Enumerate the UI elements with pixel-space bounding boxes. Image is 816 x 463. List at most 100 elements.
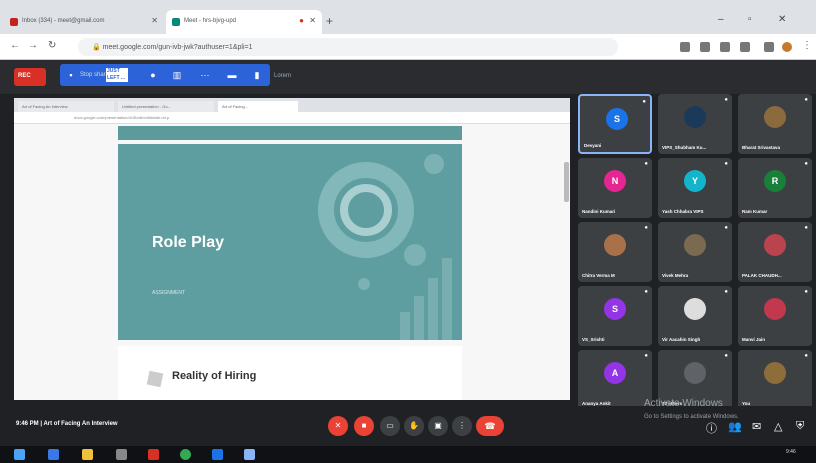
participant-tile[interactable]: S ● VS_Srishti: [578, 286, 652, 346]
present-icon: ▪: [69, 70, 73, 80]
participant-tile[interactable]: S ● Devyani: [578, 94, 652, 154]
browser-tab-gmail[interactable]: Inbox (334) - meet@gmail.com ✕: [4, 10, 164, 34]
presented-screen: Art of Facing An Interview Untitled pres…: [14, 98, 570, 400]
close-window-icon[interactable]: ✕: [778, 14, 786, 25]
circle-decoration: [424, 154, 444, 174]
close-tab-icon[interactable]: ✕: [309, 16, 316, 25]
browser-tab-meet[interactable]: Meet - hrs-bjvg-upd ● ✕: [166, 10, 322, 34]
close-tab-icon[interactable]: ✕: [151, 16, 158, 25]
mic-off-button[interactable]: ✕: [328, 416, 348, 436]
avatar: [684, 298, 706, 320]
participant-grid: S ● Devyani ● VIPS_Shubham Ku... ● Bharat Sriv…: [578, 94, 814, 410]
lock-icon: 🔒: [92, 44, 103, 51]
participant-name: Vivek Mehra: [662, 273, 689, 278]
more-options-button[interactable]: ⋮: [452, 416, 472, 436]
participant-tile[interactable]: ● Chitra Verma M: [578, 222, 652, 282]
file-explorer-icon[interactable]: [82, 449, 93, 460]
pointer-icon[interactable]: ●: [148, 70, 158, 80]
bar-decoration: [442, 258, 452, 340]
avatar: [764, 234, 786, 256]
mic-status-icon: ●: [724, 225, 728, 231]
avatar: A: [604, 362, 626, 384]
participant-tile[interactable]: ● Manvi Jain: [738, 286, 812, 346]
participant-tile[interactable]: ● PALAK CHAUDH...: [738, 222, 812, 282]
forward-icon[interactable]: →: [28, 40, 38, 51]
back-icon[interactable]: ←: [10, 40, 20, 51]
captions-button[interactable]: ▭: [380, 416, 400, 436]
participant-tile[interactable]: ● Bharat Srivastava: [738, 94, 812, 154]
profile-avatar[interactable]: [782, 42, 792, 52]
avatar: [684, 106, 706, 128]
stop-sharing-button[interactable]: ▬: [224, 70, 240, 80]
search-icon[interactable]: [700, 42, 710, 52]
star-icon[interactable]: [740, 42, 750, 52]
mic-status-icon: ●: [804, 97, 808, 103]
word-icon[interactable]: [212, 449, 223, 460]
layout-icon[interactable]: ▥: [172, 70, 182, 80]
app-icon[interactable]: [148, 449, 159, 460]
scrollbar[interactable]: [564, 162, 569, 202]
extension-icon[interactable]: [720, 42, 730, 52]
info-icon[interactable]: ⓘ: [706, 420, 717, 436]
mic-status-icon: ●: [804, 225, 808, 231]
participant-tile[interactable]: ● You: [738, 350, 812, 410]
raise-hand-button[interactable]: ✋: [404, 416, 424, 436]
bar-decoration: [428, 278, 438, 340]
inner-tab-strip: Art of Facing An Interview Untitled pres…: [14, 98, 570, 112]
share-tail-text: Lorem: [274, 73, 292, 79]
gmail-icon: [10, 18, 18, 26]
chat-icon[interactable]: ▮: [252, 70, 262, 80]
record-label: REC: [18, 73, 31, 79]
meet-bottom-bar: 9:46 PM | Art of Facing An Interview ✕ ■…: [0, 406, 816, 446]
restore-icon[interactable]: ▫: [748, 14, 752, 25]
avatar: [764, 106, 786, 128]
menu-icon[interactable]: ⋮: [802, 40, 812, 51]
new-tab-button[interactable]: +: [326, 14, 333, 28]
clock: 9:46: [786, 449, 796, 455]
activities-icon[interactable]: △: [774, 420, 782, 433]
mic-status-icon: ●: [804, 289, 808, 295]
search-icon[interactable]: [48, 449, 59, 460]
store-icon[interactable]: [116, 449, 127, 460]
participant-tile[interactable]: ● Vir Aacahin Singh: [658, 286, 732, 346]
mic-status-icon: ●: [644, 289, 648, 295]
participant-tile[interactable]: ● Vivek Mehra: [658, 222, 732, 282]
chat-icon[interactable]: ✉: [752, 420, 761, 433]
participant-tile[interactable]: ● VIPS_Shubham Ku...: [658, 94, 732, 154]
participant-tile[interactable]: R ● Ram Kumar: [738, 158, 812, 218]
url-input[interactable]: 🔒 meet.google.com/gun-ivb-jwk?authuser=1…: [78, 38, 618, 56]
mic-status-icon: ●: [644, 353, 648, 359]
present-button[interactable]: ▣: [428, 416, 448, 436]
camera-icon[interactable]: [680, 42, 690, 52]
avatar: S: [606, 108, 628, 130]
end-call-button[interactable]: ☎: [476, 416, 504, 436]
app-icon[interactable]: [244, 449, 255, 460]
chrome-icon[interactable]: [180, 449, 191, 460]
start-icon[interactable]: [14, 449, 25, 460]
participant-name: Chitra Verma M: [582, 273, 615, 278]
minimize-icon[interactable]: –: [718, 14, 724, 25]
avatar: [684, 234, 706, 256]
windows-taskbar: 9:46: [0, 446, 816, 463]
host-controls-icon[interactable]: ⛨: [796, 420, 804, 433]
inner-tab: Art of Facing An Interview: [18, 101, 114, 112]
inner-address-bar: docs.google.com/presentation/d/1Bxr8/edi…: [14, 112, 570, 124]
participant-tile[interactable]: N ● Nandini Kumari: [578, 158, 652, 218]
record-button[interactable]: REC: [14, 68, 46, 86]
circle-decoration: [358, 278, 370, 290]
inner-tab: Art of Facing...: [218, 101, 298, 112]
participant-tile[interactable]: Y ● Yash Chhabra VIPS: [658, 158, 732, 218]
screen-share-bar: ▪ Stop sharing JUST LEFT ... ● ▥ ⋯ ▬ ▮ L…: [60, 64, 291, 86]
puzzle-icon[interactable]: [764, 42, 774, 52]
mic-status-icon: ●: [724, 353, 728, 359]
people-icon[interactable]: 👥: [728, 420, 742, 433]
participant-tile[interactable]: A ● Ananya Ankit: [578, 350, 652, 410]
mic-status-icon: ●: [804, 353, 808, 359]
camera-off-button[interactable]: ■: [354, 416, 374, 436]
slide-subtitle: ASSIGNMENT: [152, 290, 186, 296]
participant-name: VIPS_Shubham Ku...: [662, 145, 707, 150]
mic-status-icon: ●: [642, 99, 646, 105]
more-icon[interactable]: ⋯: [200, 70, 210, 80]
participant-name: VS_Srishti: [582, 337, 605, 342]
reload-icon[interactable]: ↻: [48, 40, 56, 51]
